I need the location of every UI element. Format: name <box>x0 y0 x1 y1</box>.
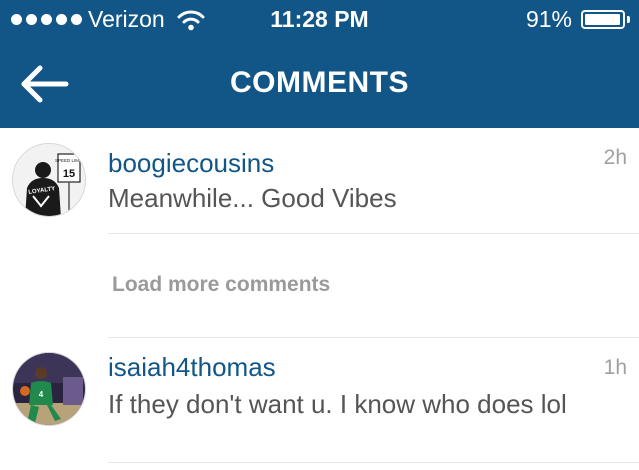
avatar[interactable]: SPEED LIMIT 15 LOYALTY <box>12 143 86 217</box>
avatar-sign-text: SPEED LIMIT <box>55 158 83 163</box>
battery-percent: 91% <box>525 6 572 32</box>
comment-text: If they don't want u. I know who does lo… <box>108 389 567 419</box>
battery-icon <box>581 10 625 29</box>
avatar-image: SPEED LIMIT 15 LOYALTY <box>13 144 85 216</box>
avatar-image: 4 <box>13 353 85 425</box>
comment-username[interactable]: isaiah4thomas <box>108 352 276 383</box>
svg-text:4: 4 <box>39 390 44 399</box>
battery-tip <box>627 16 630 23</box>
comment-time: 1h <box>603 356 627 379</box>
avatar-sign-number: 15 <box>63 168 75 180</box>
avatar[interactable]: 4 <box>12 352 86 426</box>
comment-item: SPEED LIMIT 15 LOYALTY boogiecousins Mea… <box>0 128 639 234</box>
divider <box>108 233 639 234</box>
load-more-comments-button[interactable]: Load more comments <box>112 273 330 297</box>
comment-item: 4 isaiah4thomas If they don't want u. I … <box>0 338 639 470</box>
top-bar: Verizon 11:28 PM 91% COMMENTS <box>0 0 639 128</box>
comment-username[interactable]: boogiecousins <box>108 148 274 179</box>
divider <box>108 462 639 463</box>
comment-text: Meanwhile... Good Vibes <box>108 183 397 213</box>
status-bar: Verizon 11:28 PM 91% <box>0 0 639 40</box>
page-title: COMMENTS <box>230 66 409 99</box>
comment-time: 2h <box>603 146 627 169</box>
